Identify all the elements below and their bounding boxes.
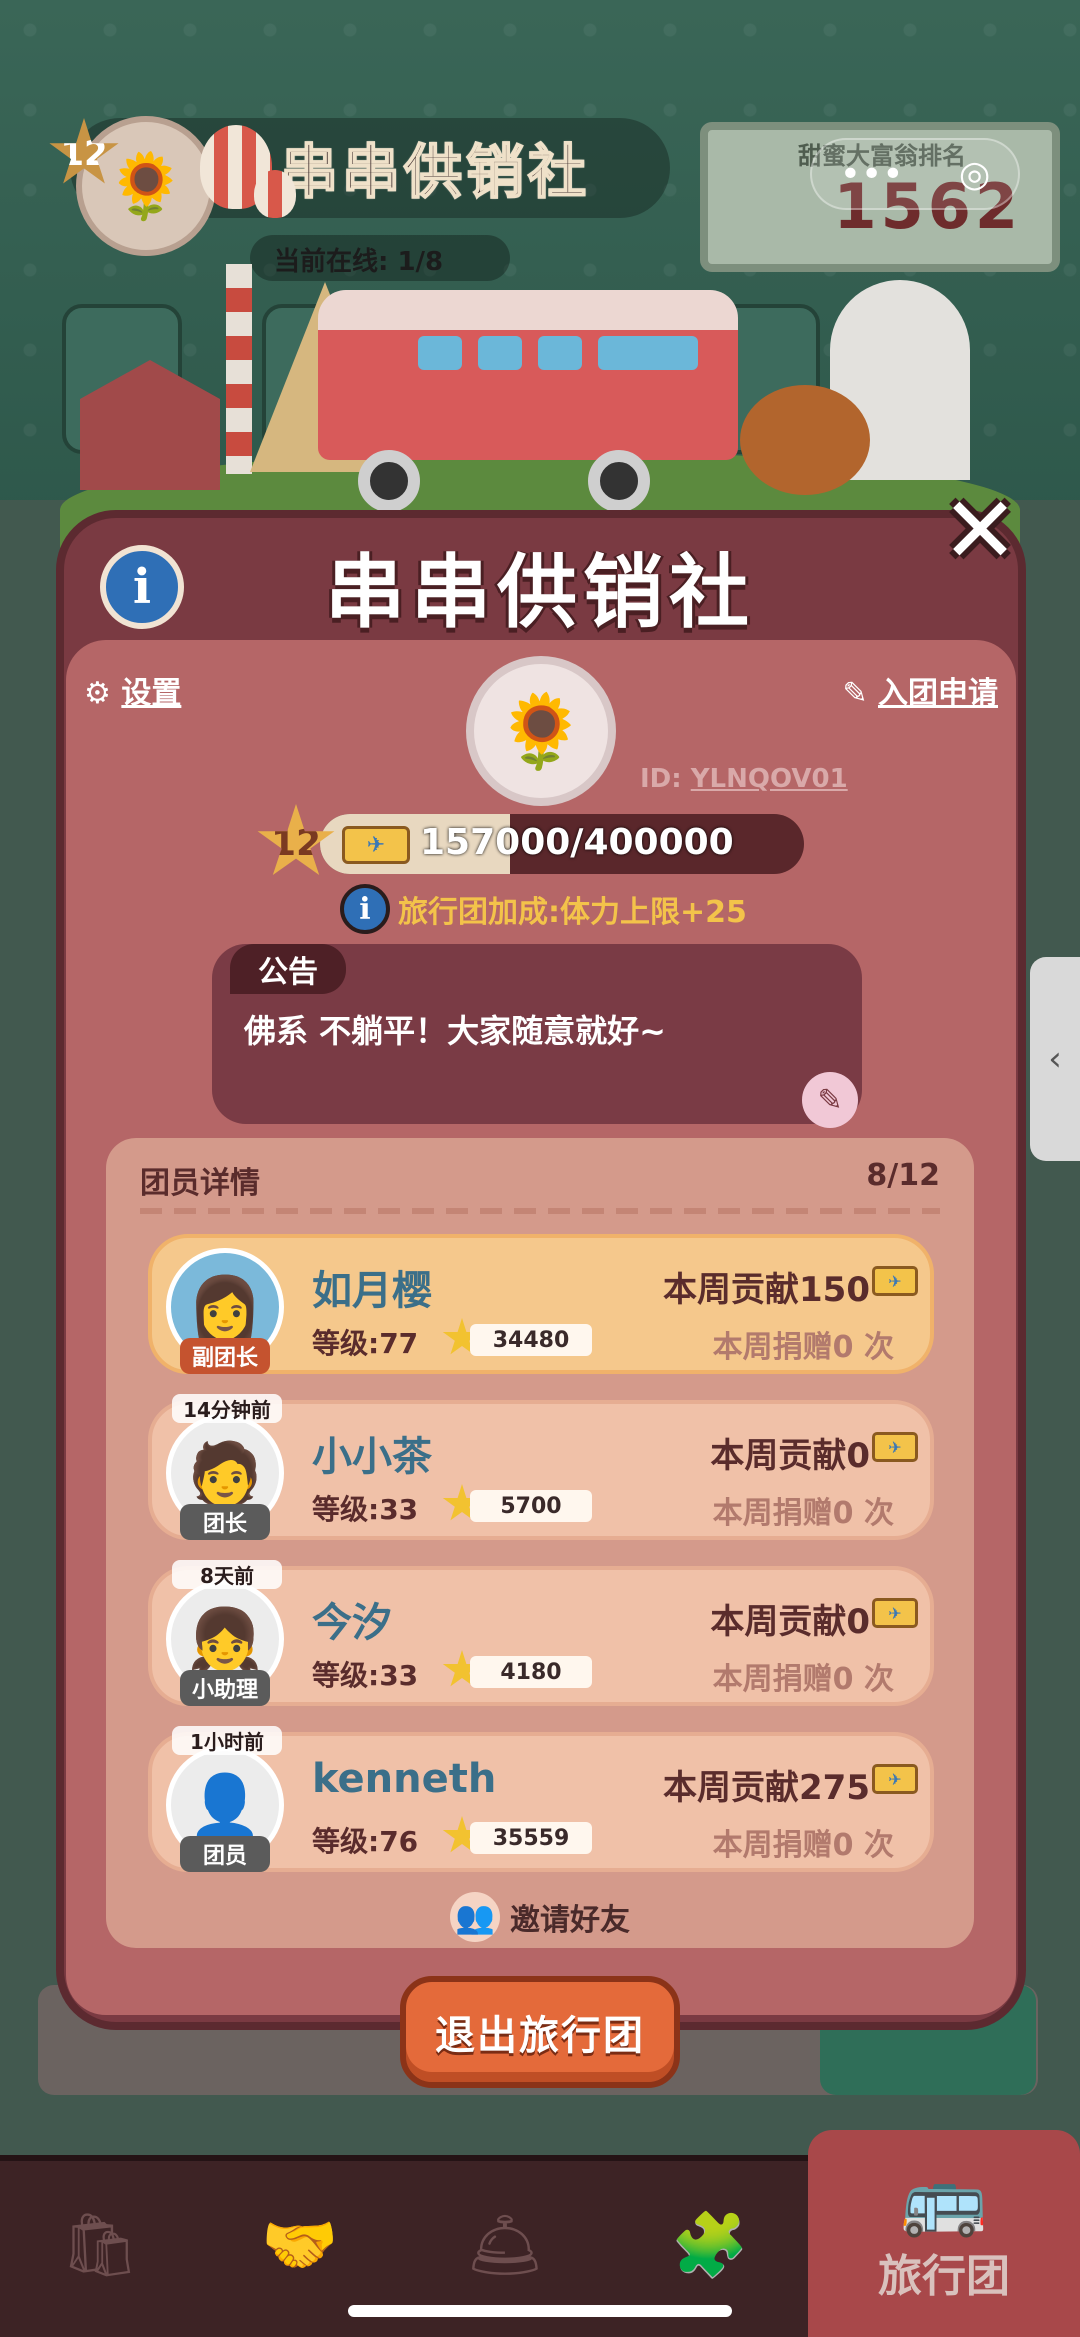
club-exp-text: 157000/400000 <box>420 822 734 863</box>
add-friend-icon: 👥 <box>450 1892 500 1942</box>
settings-label: 设置 <box>121 676 182 711</box>
club-badge-sunflower-icon[interactable]: 🌻 <box>466 656 616 806</box>
member-weekly-donation: 本周捐赠0 次 <box>712 1330 894 1365</box>
member-stars: 5700 <box>470 1490 592 1522</box>
nav-travel-group-tab[interactable]: 🚌 旅行团 <box>808 2130 1080 2337</box>
mini-program-capsule[interactable]: ••• ◎ <box>810 138 1020 210</box>
settings-link[interactable]: ⚙ 设置 <box>84 668 181 712</box>
members-divider <box>140 1208 940 1214</box>
member-weekly-contribution: 本周贡献0 <box>710 1602 870 1642</box>
document-edit-icon: ✎ <box>842 676 868 711</box>
group-bonus: i 旅行团加成:体力上限+25 <box>340 884 747 934</box>
edit-notice-icon[interactable]: ✎ <box>802 1072 858 1128</box>
member-role-tag: 团员 <box>180 1836 270 1872</box>
online-count: 当前在线: 1/8 <box>250 235 510 281</box>
member-last-seen: 1小时前 <box>172 1726 282 1755</box>
nav-travel-group-label: 旅行团 <box>878 2250 1010 2302</box>
member-last-seen: 14分钟前 <box>172 1394 282 1423</box>
member-card[interactable]: 👧 8天前 小助理 今汐 等级:33 4180 本周贡献0 ✈ 本周捐赠0 次 <box>148 1560 934 1706</box>
side-drawer-tab[interactable]: ‹ <box>1030 957 1080 1161</box>
nav-shop-icon[interactable]: 🛍 <box>45 2190 155 2300</box>
member-card[interactable]: 👤 1小时前 团员 kenneth 等级:76 35559 本周贡献275 ✈ … <box>148 1726 934 1872</box>
member-weekly-contribution: 本周贡献275 <box>663 1768 870 1808</box>
ticket-icon: ✈ <box>342 826 410 864</box>
notice-text: 佛系 不躺平！大家随意就好~ <box>244 1012 666 1050</box>
nav-puzzle-icon[interactable]: 🧩 <box>655 2190 765 2300</box>
join-requests-label: 入团申请 <box>878 676 998 711</box>
ticket-icon: ✈ <box>872 1598 918 1628</box>
gear-icon: ⚙ <box>84 676 111 711</box>
member-stars: 34480 <box>470 1324 592 1356</box>
bonus-text: 旅行团加成:体力上限+25 <box>398 895 747 930</box>
ticket-icon: ✈ <box>872 1432 918 1462</box>
invite-friends-label: 邀请好友 <box>510 1903 630 1938</box>
member-level: 等级:76 <box>312 1825 419 1858</box>
member-name: 如月樱 <box>312 1268 432 1314</box>
member-card[interactable]: 🧑 14分钟前 团长 小小茶 等级:33 5700 本周贡献0 ✈ 本周捐赠0 … <box>148 1394 934 1540</box>
home-indicator <box>348 2305 732 2317</box>
member-name: kenneth <box>312 1756 497 1802</box>
club-name-background: 串串供销社 <box>279 137 591 207</box>
member-level: 等级:33 <box>312 1493 419 1526</box>
tower-illustration <box>226 264 252 474</box>
invite-friends-button[interactable]: 👥 邀请好友 <box>450 1892 630 1942</box>
bus-icon: 🚌 <box>900 2157 988 2240</box>
member-weekly-donation: 本周捐赠0 次 <box>712 1828 894 1863</box>
join-requests-link[interactable]: ✎ 入团申请 <box>842 668 998 712</box>
member-card[interactable]: 👩 副团长 如月樱 等级:77 34480 本周贡献150 ✈ 本周捐赠0 次 <box>148 1234 934 1374</box>
member-name: 小小茶 <box>312 1434 432 1480</box>
nav-friends-icon[interactable]: 🤝 <box>245 2190 355 2300</box>
close-icon[interactable]: ✕ <box>930 477 1030 584</box>
member-stars: 4180 <box>470 1656 592 1688</box>
member-weekly-contribution: 本周贡献0 <box>710 1436 870 1476</box>
member-level: 等级:33 <box>312 1659 419 1692</box>
club-id: ID: YLNQOV01 <box>640 764 848 794</box>
club-id-value[interactable]: YLNQOV01 <box>691 764 848 794</box>
member-weekly-donation: 本周捐赠0 次 <box>712 1662 894 1697</box>
member-last-seen: 8天前 <box>172 1560 282 1589</box>
members-count: 8/12 <box>866 1158 940 1193</box>
bus-illustration <box>318 290 738 512</box>
info-icon[interactable]: i <box>100 545 184 629</box>
nav-service-bell-icon[interactable]: 🛎 <box>450 2190 560 2300</box>
member-role-tag: 副团长 <box>180 1338 270 1374</box>
balloon-icon <box>254 170 296 218</box>
member-stars: 35559 <box>470 1822 592 1854</box>
member-role-tag: 小助理 <box>180 1670 270 1706</box>
club-id-label: ID: <box>640 764 691 794</box>
exit-group-button[interactable]: 退出旅行团 <box>400 1976 680 2088</box>
bonus-info-icon[interactable]: i <box>340 884 390 934</box>
members-title: 团员详情 <box>140 1166 260 1201</box>
club-badge-background: 🌻 <box>76 116 216 256</box>
close-mini-program-icon[interactable]: ◎ <box>959 154 990 195</box>
ticket-icon: ✈ <box>872 1266 918 1296</box>
more-icon[interactable]: ••• <box>840 154 904 195</box>
member-level: 等级:77 <box>312 1327 419 1360</box>
member-weekly-contribution: 本周贡献150 <box>663 1270 870 1310</box>
notice-tag: 公告 <box>230 944 346 994</box>
ticket-icon: ✈ <box>872 1764 918 1794</box>
member-weekly-donation: 本周捐赠0 次 <box>712 1496 894 1531</box>
lion-illustration <box>740 385 870 495</box>
member-name: 今汐 <box>312 1600 392 1646</box>
member-role-tag: 团长 <box>180 1504 270 1540</box>
